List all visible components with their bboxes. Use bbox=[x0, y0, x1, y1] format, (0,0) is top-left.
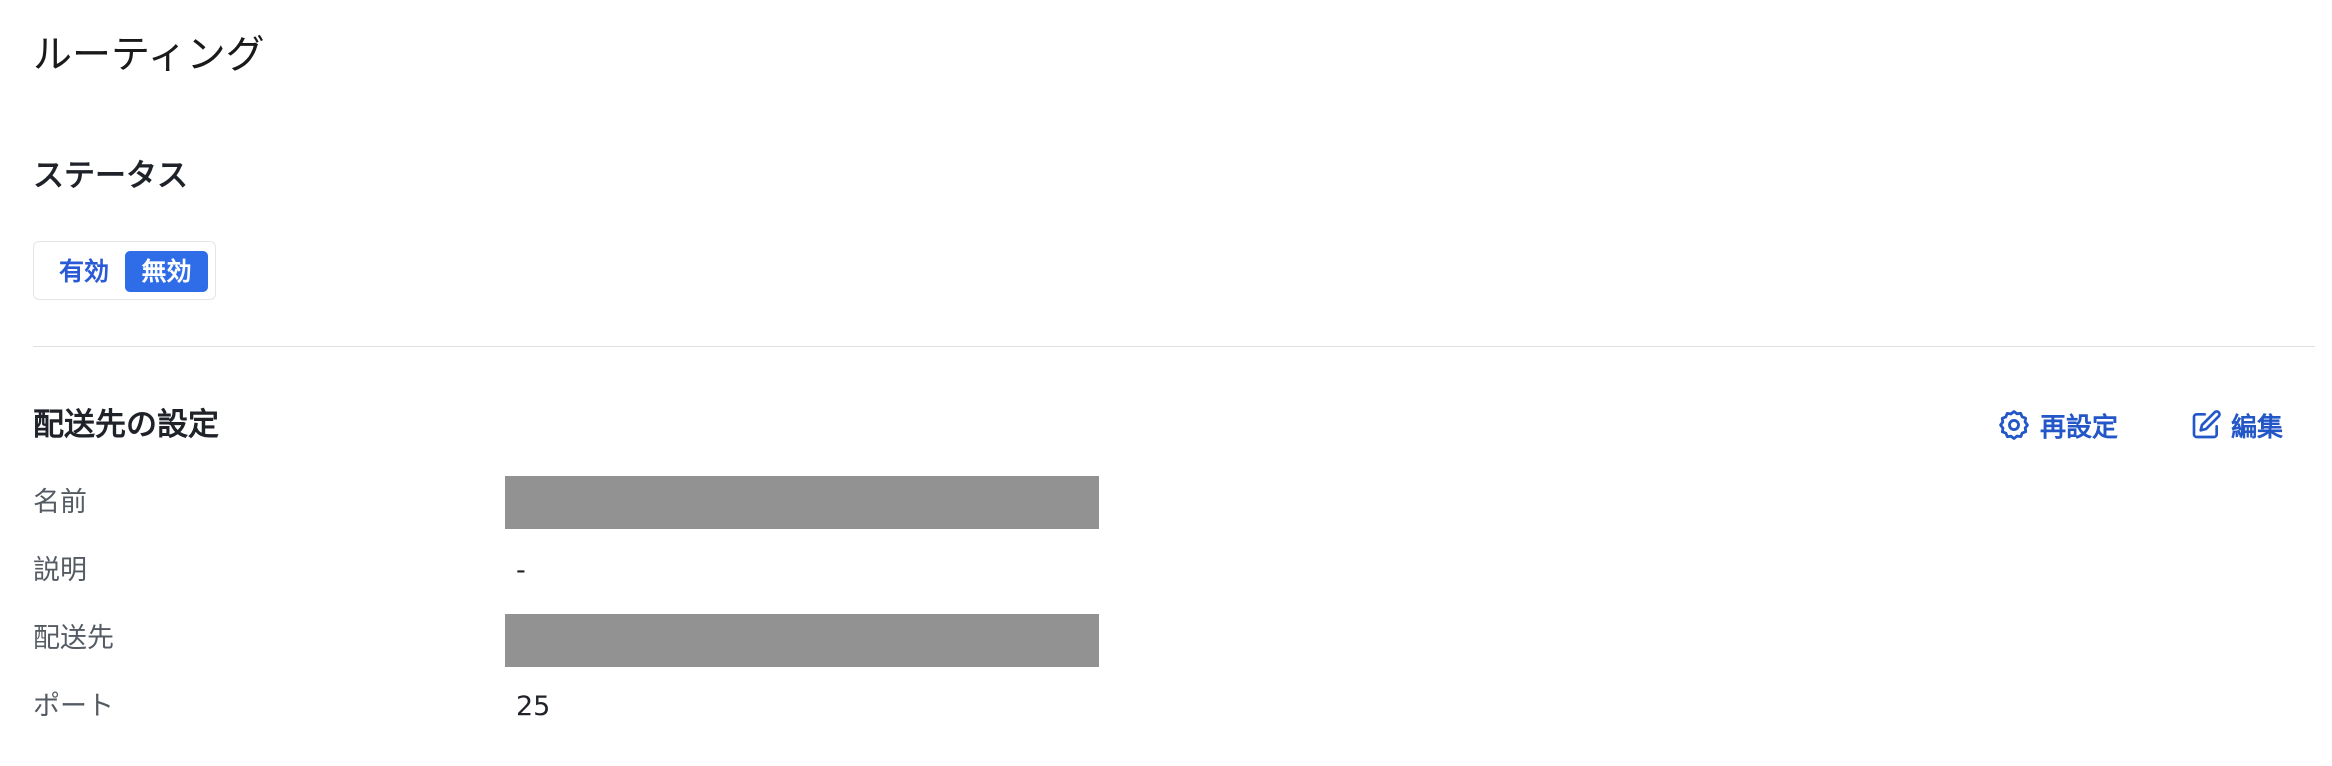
destination-value-redacted bbox=[505, 614, 1099, 667]
description-label: 説明 bbox=[33, 555, 87, 586]
name-label: 名前 bbox=[33, 487, 87, 518]
gear-icon bbox=[1997, 408, 2031, 442]
page-title: ルーティング bbox=[33, 33, 265, 78]
edit-icon bbox=[2190, 409, 2222, 441]
reset-button[interactable]: 再設定 bbox=[1997, 405, 2118, 445]
port-value: 25 bbox=[516, 691, 551, 722]
description-value: - bbox=[516, 555, 526, 586]
destination-section-title: 配送先の設定 bbox=[33, 407, 219, 443]
status-option-enabled[interactable]: 有効 bbox=[44, 251, 124, 292]
port-label: ポート bbox=[33, 691, 114, 722]
reset-button-label: 再設定 bbox=[2040, 412, 2119, 443]
name-value-redacted bbox=[505, 476, 1099, 529]
status-option-disabled[interactable]: 無効 bbox=[125, 251, 208, 292]
section-divider bbox=[33, 346, 2315, 347]
status-toggle: 有効 無効 bbox=[33, 241, 216, 300]
status-section-title: ステータス bbox=[33, 158, 188, 194]
destination-label: 配送先 bbox=[33, 623, 114, 654]
edit-button-label: 編集 bbox=[2231, 412, 2284, 443]
edit-button[interactable]: 編集 bbox=[2190, 405, 2283, 445]
